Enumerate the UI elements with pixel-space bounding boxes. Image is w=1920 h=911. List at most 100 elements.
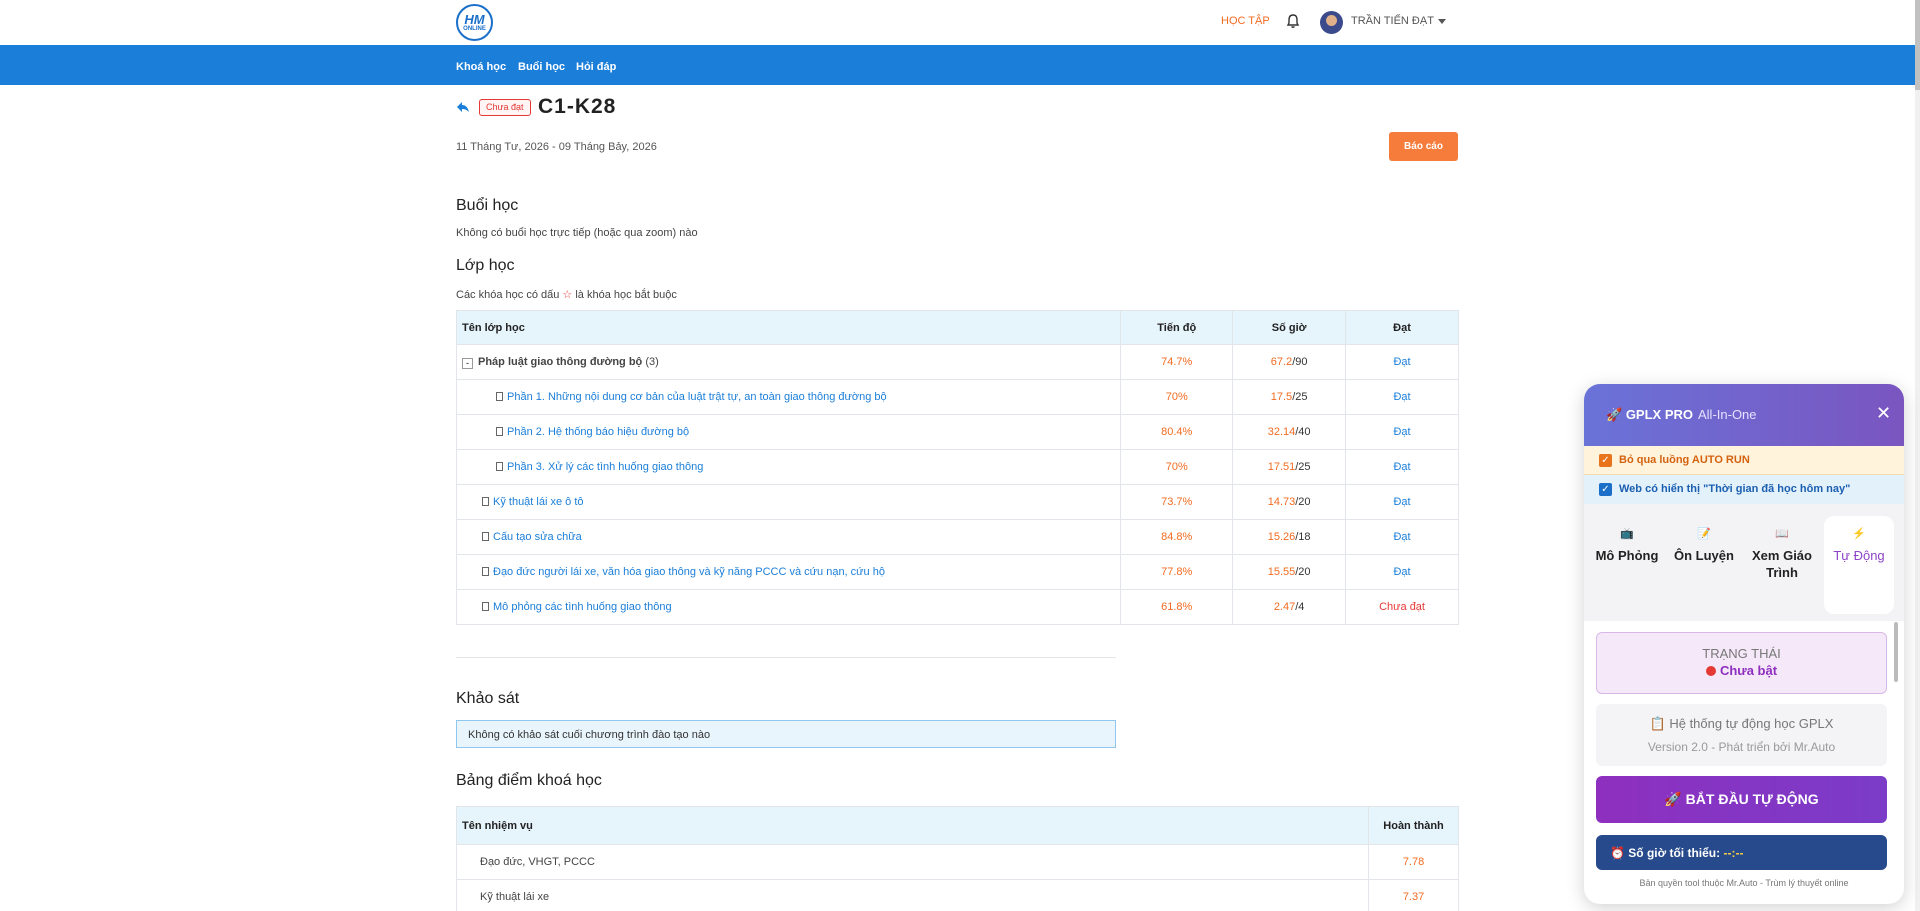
table-row: - Pháp luật giao thông đường bộ (3) 74.7%… — [455, 344, 1459, 380]
status-value-text: Chưa bật — [1719, 663, 1778, 678]
document-icon — [496, 427, 503, 436]
nav-item-khoa-hoc[interactable]: Khoá học — [456, 61, 506, 73]
book-icon: 📖 — [1775, 528, 1789, 540]
main-nav: Khoá học Buổi học Hỏi đáp — [0, 45, 1915, 85]
scores-table: Tên nhiệm vụ Hoàn thành Đạo đức, VHGT, P… — [455, 806, 1459, 911]
sessions-heading: Buổi học — [456, 197, 519, 214]
nav-hoctap-link[interactable]: HỌC TẬP — [1221, 15, 1270, 27]
min-hours-value: --:-- — [1723, 846, 1744, 860]
class-name-cell: Phần 2. Hệ thống báo hiệu đường bộ — [455, 414, 1122, 450]
col-header-name: Tên lớp học — [455, 310, 1122, 345]
tv-icon: 📺 — [1620, 528, 1634, 540]
table-row: Phần 1. Những nội dung cơ bản của luật t… — [455, 379, 1459, 415]
page-scrollbar[interactable] — [1915, 0, 1920, 911]
tab-tu-dong[interactable]: ⚡ Tự Động — [1824, 516, 1894, 614]
option-skip-autorun-label: Bỏ qua luồng AUTO RUN — [1619, 454, 1750, 466]
hours-done: 17.51 — [1267, 461, 1296, 473]
score-cell: 7.37 — [1368, 879, 1459, 911]
nav-item-buoi-hoc[interactable]: Buổi học — [518, 61, 565, 73]
tab-xem-giao-trinh[interactable]: 📖 Xem Giáo Trình — [1747, 516, 1817, 614]
progress-cell: 74.7% — [1120, 344, 1234, 380]
star-icon: ☆ — [562, 289, 573, 301]
extension-copyright: Bản quyền tool thuộc Mr.Auto - Trùm lý t… — [1639, 878, 1849, 888]
task-cell: Đạo đức, VHGT, PCCC — [455, 844, 1370, 880]
close-icon[interactable]: ✕ — [1876, 403, 1891, 424]
class-name[interactable]: Pháp luật giao thông đường bộ — [478, 356, 642, 368]
top-header: HM ONLINE HỌC TẬP TRẦN TIẾN ĐẠT — [0, 0, 1920, 45]
nav-item-hoi-dap[interactable]: Hỏi đáp — [576, 61, 616, 73]
hours-done: 2.47 — [1273, 601, 1296, 613]
option-show-time[interactable]: ✓ Web có hiển thị "Thời gian đã học hôm … — [1584, 475, 1904, 504]
sessions-note: Không có buổi học trực tiếp (hoặc qua zo… — [456, 227, 698, 239]
class-link[interactable]: Kỹ thuật lái xe ô tô — [493, 496, 584, 508]
col-header-status: Đạt — [1345, 310, 1459, 345]
hours-cell: 17.51/25 — [1232, 449, 1347, 485]
classes-note-prefix: Các khóa học có dấu — [456, 289, 560, 301]
document-icon — [482, 567, 489, 576]
class-link[interactable]: Mô phỏng các tình huống giao thông — [493, 601, 672, 613]
checkbox-checked-icon[interactable]: ✓ — [1599, 454, 1612, 467]
tab-on-luyen[interactable]: 📝 Ôn Luyện — [1669, 516, 1739, 614]
gplx-extension-panel: 🚀 GPLX PRO All-In-One ✕ ✓ Bỏ qua luồng A… — [1584, 384, 1904, 904]
class-link[interactable]: Phần 2. Hệ thống báo hiệu đường bộ — [507, 426, 689, 438]
table-header-row: Tên lớp học Tiến độ Số giờ Đạt — [455, 310, 1459, 345]
site-logo[interactable]: HM ONLINE — [456, 4, 493, 41]
class-name-cell: - Pháp luật giao thông đường bộ (3) — [455, 344, 1122, 380]
logo-subtext: ONLINE — [463, 26, 486, 32]
extension-header: 🚀 GPLX PRO All-In-One ✕ — [1584, 384, 1904, 446]
avatar[interactable] — [1320, 11, 1343, 34]
back-arrow-icon[interactable] — [456, 100, 470, 114]
document-icon — [496, 462, 503, 471]
option-show-time-label: Web có hiển thị "Thời gian đã học hôm na… — [1619, 483, 1851, 495]
hours-done: 15.55 — [1267, 566, 1296, 578]
class-name-cell: Cấu tạo sửa chữa — [455, 519, 1122, 555]
memo-icon: 📝 — [1697, 528, 1711, 540]
hours-cell: 2.47/4 — [1232, 589, 1347, 625]
checkbox-checked-icon[interactable]: ✓ — [1599, 483, 1612, 496]
hours-done: 32.14 — [1267, 426, 1296, 438]
table-row: Phần 3. Xử lý các tình huống giao thông … — [455, 449, 1459, 485]
class-count: (3) — [645, 355, 659, 368]
class-link[interactable]: Phần 1. Những nội dung cơ bản của luật t… — [507, 391, 887, 403]
status-label: TRẠNG THÁI — [1702, 646, 1781, 661]
start-auto-button[interactable]: 🚀 BẮT ĐẦU TỰ ĐỘNG — [1596, 776, 1887, 823]
extension-scrollbar[interactable] — [1894, 622, 1898, 682]
class-link[interactable]: Phần 3. Xử lý các tình huống giao thông — [507, 461, 703, 473]
bell-icon[interactable] — [1285, 13, 1301, 29]
hours-cell: 15.26/18 — [1232, 519, 1347, 555]
collapse-icon[interactable]: - — [462, 357, 473, 369]
lightning-icon: ⚡ — [1852, 528, 1866, 540]
class-name-cell: Đạo đức người lái xe, văn hóa giao thông… — [455, 554, 1122, 590]
status-cell: Đạt — [1345, 484, 1459, 520]
tab-label: Ôn Luyện — [1674, 548, 1734, 563]
status-value: Chưa bật — [1597, 663, 1886, 678]
page-title: C1-K28 — [538, 95, 617, 118]
progress-cell: 80.4% — [1120, 414, 1234, 450]
progress-cell: 84.8% — [1120, 519, 1234, 555]
tab-mo-phong[interactable]: 📺 Mô Phỏng — [1592, 516, 1662, 614]
col-header-hours: Số giờ — [1232, 310, 1347, 345]
class-link[interactable]: Đạo đức người lái xe, văn hóa giao thông… — [493, 566, 885, 578]
table-row: Mô phỏng các tình huống giao thông 61.8%… — [455, 589, 1459, 625]
class-name-cell: Kỹ thuật lái xe ô tô — [455, 484, 1122, 520]
progress-cell: 70% — [1120, 449, 1234, 485]
class-name-cell: Phần 1. Những nội dung cơ bản của luật t… — [455, 379, 1122, 415]
rocket-icon: 🚀 — [1606, 407, 1626, 422]
classes-heading: Lớp học — [456, 257, 515, 274]
class-link[interactable]: Cấu tạo sửa chữa — [493, 531, 582, 543]
col-header-progress: Tiến độ — [1120, 310, 1234, 345]
red-dot-icon — [1705, 666, 1716, 676]
hours-total: /18 — [1295, 531, 1311, 543]
info-line-1: 📋 Hệ thống tự động học GPLX — [1649, 716, 1834, 731]
scores-heading: Bảng điểm khoá học — [456, 772, 602, 789]
hours-total: /20 — [1295, 496, 1311, 508]
status-cell: Đạt — [1345, 379, 1459, 415]
report-button[interactable]: Báo cáo — [1389, 132, 1458, 161]
extension-title: 🚀 GPLX PRO — [1606, 407, 1693, 423]
min-hours-box: ⏰ Số giờ tối thiểu: --:-- — [1596, 835, 1887, 870]
option-skip-autorun[interactable]: ✓ Bỏ qua luồng AUTO RUN — [1584, 446, 1904, 475]
classes-note: Các khóa học có dấu ☆ là khóa học bắt bu… — [456, 288, 677, 301]
hours-total: /40 — [1295, 426, 1311, 438]
page-scrollbar-thumb[interactable] — [1915, 0, 1920, 90]
user-menu[interactable]: TRẦN TIẾN ĐẠT — [1351, 15, 1446, 27]
